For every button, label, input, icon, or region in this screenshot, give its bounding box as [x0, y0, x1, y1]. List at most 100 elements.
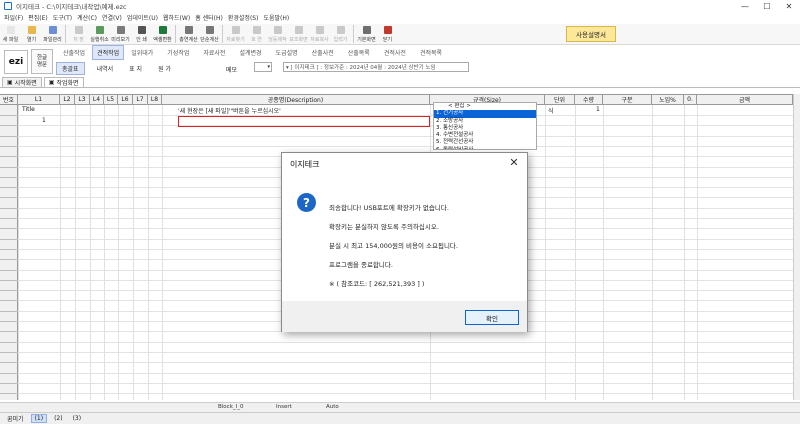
- tab-item[interactable]: 설계변경: [232, 48, 268, 57]
- toolbar-button[interactable]: 파일관리: [42, 24, 63, 45]
- row-number-line: [0, 228, 18, 229]
- column-header[interactable]: L4: [90, 95, 104, 105]
- menu-settings[interactable]: 환경설정(S): [228, 13, 259, 22]
- toolbar-button[interactable]: 자료찾기: [225, 24, 246, 45]
- menu-webhard[interactable]: 웹하드(W): [163, 13, 190, 22]
- column-header[interactable]: 금액: [697, 95, 793, 105]
- menu-help[interactable]: 도움말(H): [263, 13, 289, 22]
- toolbar-button[interactable]: 저 장: [68, 24, 89, 45]
- toolbar-button[interactable]: 보조화면: [288, 24, 309, 45]
- row-number-line: [0, 115, 18, 116]
- document-tab[interactable]: ▣ 작업화면: [43, 77, 84, 87]
- toolbar-button[interactable]: 엉둥제작: [267, 24, 288, 45]
- tab-item[interactable]: 견적사전: [377, 48, 413, 57]
- page-tab[interactable]: (2): [51, 415, 66, 422]
- tab-item[interactable]: 산출목록: [341, 48, 377, 57]
- print-icon: [137, 26, 146, 34]
- ok-button[interactable]: 확인: [465, 310, 519, 325]
- column-header[interactable]: L1: [18, 95, 60, 105]
- tab-item[interactable]: 견적목록: [413, 48, 449, 57]
- dialog-message-line: 죄송합니다! USB포트에 확장키가 없습니다.: [329, 204, 449, 212]
- row-number: 1: [42, 117, 46, 124]
- column-header[interactable]: 노임%: [652, 95, 684, 105]
- dialog-close-button[interactable]: ✕: [507, 155, 521, 169]
- tab-item[interactable]: 산출작업: [56, 48, 92, 57]
- grid-row-line: [18, 352, 793, 353]
- close-window-button[interactable]: ✕: [778, 0, 800, 12]
- dropdown-option[interactable]: 1. 건기공사: [434, 110, 536, 118]
- size-dropdown-list[interactable]: < 편집 >1. 건기공사 2. 소방공사 3. 통신공사 4. 수변전설공사 5. 전…: [433, 102, 537, 150]
- page-tab[interactable]: (1): [30, 414, 48, 423]
- row-number-column: [0, 95, 18, 400]
- menu-tools[interactable]: 도구(T): [53, 13, 72, 22]
- document-tab[interactable]: ▣ 시작화면: [2, 77, 42, 87]
- price-info-box[interactable]: ▾ [ 이지테크 ] : 정보가준 : 2024년 04월 : 2024년 상반…: [283, 62, 469, 72]
- tab-item[interactable]: 자료사전: [196, 48, 232, 57]
- column-header[interactable]: 구분: [603, 95, 652, 105]
- toolbar-button[interactable]: 닫기: [377, 24, 398, 45]
- menu-edit[interactable]: 편집(E): [28, 13, 48, 22]
- column-header[interactable]: L5: [104, 95, 118, 105]
- column-header[interactable]: L8: [148, 95, 162, 105]
- toolbar-button[interactable]: 입력기: [330, 24, 351, 45]
- toolbar-button[interactable]: 미리보기: [110, 24, 131, 45]
- tab-item[interactable]: 견적작업: [92, 45, 125, 60]
- close-door-icon: [383, 26, 392, 34]
- sheet-tab[interactable]: 총괄표: [56, 61, 85, 75]
- column-header[interactable]: L6: [118, 95, 133, 105]
- toolbar-button[interactable]: 엑셀변환: [152, 24, 173, 45]
- sheet-tab[interactable]: 표 지: [129, 64, 142, 73]
- page-bar-label: 꿈미기: [7, 416, 24, 423]
- active-edit-cell[interactable]: [178, 116, 430, 127]
- grid-column-line: [162, 105, 163, 400]
- toolbar-button[interactable]: 인 쇄: [131, 24, 152, 45]
- toolbar-button-label: 인 쇄: [136, 37, 147, 43]
- menu-connect[interactable]: 연결(V): [102, 13, 122, 22]
- menu-calc[interactable]: 계산(C): [77, 13, 97, 22]
- toolbar-button[interactable]: 단순계산: [199, 24, 220, 45]
- toolbar-button-label: 총연계산: [179, 37, 198, 43]
- tab-item[interactable]: 기성작업: [160, 48, 196, 57]
- menu-home-center[interactable]: 홈 센터(H): [195, 13, 223, 22]
- tab-item[interactable]: 산출사전: [305, 48, 341, 57]
- toolbar-button[interactable]: 실행취소: [89, 24, 110, 45]
- menu-file[interactable]: 파일(F): [4, 13, 23, 22]
- maximize-button[interactable]: ☐: [756, 0, 778, 12]
- vertical-scrollbar[interactable]: [793, 94, 800, 400]
- toolbar-button[interactable]: 총연계산: [178, 24, 199, 45]
- toolbar-button-label: 보조화면: [289, 37, 308, 43]
- user-manual-button[interactable]: 사용설명서: [566, 26, 616, 42]
- grid-row-line: [18, 342, 793, 343]
- dropdown-option[interactable]: 6. 동력설비공사: [434, 147, 536, 149]
- dropdown-option[interactable]: 2. 소방공사: [434, 118, 536, 125]
- column-header[interactable]: L7: [133, 95, 148, 105]
- status-auto: Auto: [326, 404, 339, 410]
- column-header[interactable]: L2: [60, 95, 75, 105]
- toolbar-button[interactable]: 새 파일: [0, 24, 21, 45]
- memo-combo[interactable]: ▾: [254, 62, 272, 72]
- toolbar-button[interactable]: 열기: [21, 24, 42, 45]
- tab-item[interactable]: 일위대가: [124, 48, 160, 57]
- grid-column-line: [603, 105, 604, 400]
- excel-icon: [158, 26, 167, 34]
- language-toggle-button[interactable]: 한글 명문: [31, 49, 53, 74]
- menu-update[interactable]: 업데이트(U): [127, 13, 158, 22]
- column-header[interactable]: 0.: [684, 95, 697, 105]
- column-header[interactable]: L3: [75, 95, 90, 105]
- toolbar-button[interactable]: 기본화면: [356, 24, 377, 45]
- dropdown-option[interactable]: 5. 전력간선공사: [434, 139, 536, 146]
- minimize-button[interactable]: —: [734, 0, 756, 12]
- tab-item[interactable]: 도급설명: [269, 48, 305, 57]
- column-header[interactable]: 수량: [575, 95, 603, 105]
- page-tab[interactable]: (3): [70, 415, 85, 422]
- chevron-down-icon: ▾: [267, 64, 270, 70]
- sheet-tab[interactable]: 원 가: [158, 64, 171, 73]
- column-header[interactable]: 공종명(Description): [162, 95, 430, 105]
- sheet-tab[interactable]: 내역서: [97, 64, 114, 73]
- row-number-line: [0, 311, 18, 312]
- toolbar-button[interactable]: 자료복사: [309, 24, 330, 45]
- toolbar-button[interactable]: 호 연: [246, 24, 267, 45]
- column-header[interactable]: 단위: [545, 95, 575, 105]
- sheet-tabs: 총괄표 내역서 표 지 원 가: [56, 61, 187, 75]
- column-header[interactable]: 번호: [0, 95, 18, 105]
